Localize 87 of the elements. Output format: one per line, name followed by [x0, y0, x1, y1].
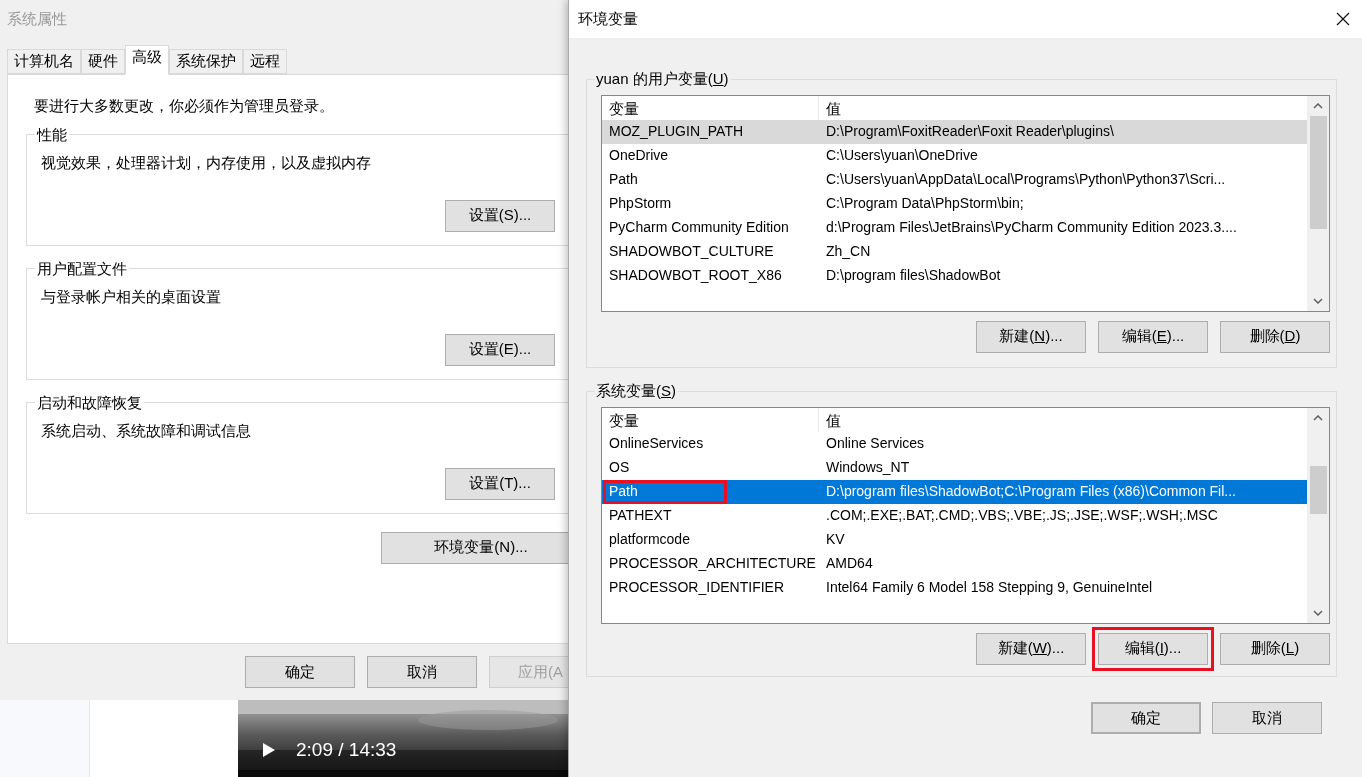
list-row[interactable]: PhpStorm C:\Program Data\PhpStorm\bin; [602, 191, 1308, 216]
column-header[interactable]: 变量 [602, 407, 819, 432]
variable-name: OneDrive [608, 146, 670, 165]
tab[interactable]: 系统保护 [169, 49, 243, 74]
tab[interactable]: 远程 [243, 49, 287, 74]
group-title: yuan 的用户变量(U) [595, 69, 730, 89]
list-action-button[interactable]: 删除(L) [1220, 632, 1330, 665]
variable-value: C:\Users\yuan\OneDrive [825, 146, 978, 165]
variable-name: Path [608, 170, 639, 189]
variable-name: SHADOWBOT_ROOT_X86 [608, 266, 783, 285]
variable-value: AMD64 [825, 554, 873, 573]
list-row[interactable]: PROCESSOR_ARCHITECTURE AMD64 [602, 551, 1308, 576]
tab[interactable]: 计算机名 [7, 49, 81, 74]
scrollbar[interactable] [1307, 95, 1329, 311]
variable-name: Path [603, 479, 727, 504]
variable-value: Intel64 Family 6 Model 158 Stepping 9, GenuineIntel [825, 578, 1153, 597]
group-description: 系统启动、系统故障和调试信息 [41, 421, 252, 441]
scroll-up-icon[interactable] [1313, 102, 1323, 109]
list-row[interactable]: OneDrive C:\Users\yuan\OneDrive [602, 143, 1308, 168]
close-icon[interactable] [1336, 12, 1350, 26]
scroll-thumb[interactable] [1310, 465, 1327, 514]
column-header[interactable]: 值 [819, 407, 1308, 432]
group-description: 视觉效果，处理器计划，内存使用，以及虚拟内存 [41, 153, 372, 173]
tab[interactable]: 硬件 [81, 49, 125, 74]
environment-variables-button[interactable]: 环境变量(N)... [381, 531, 568, 564]
column-header[interactable]: 值 [819, 95, 1308, 120]
variable-value: KV [825, 530, 845, 549]
variable-name: OS [608, 458, 631, 477]
settings-button[interactable]: 设置(T)... [445, 467, 555, 500]
tab[interactable]: 高级 [125, 45, 169, 75]
group-title: 启动和故障恢复 [36, 392, 143, 413]
list-row[interactable]: platformcode KV [602, 527, 1308, 552]
list-row[interactable]: Path C:\Users\yuan\AppData\Local\Programs\Python\Python37\Scri... [602, 167, 1308, 192]
group-title: 用户配置文件 [36, 258, 128, 279]
list-row[interactable]: PyCharm Community Edition d:\Program Files\JetBrains\PyCharm Community Edition 2023.3.... [602, 215, 1308, 240]
list-row[interactable]: Path D:\program files\ShadowBot;C:\Program Files (x86)\Common Fil... [602, 479, 1308, 504]
settings-button[interactable]: 设置(S)... [445, 199, 555, 232]
list-row[interactable]: OnlineServices Online Services [602, 431, 1308, 456]
group-description: 与登录帐户相关的桌面设置 [41, 287, 222, 307]
list-action-button[interactable]: 编辑(E)... [1098, 320, 1208, 353]
variable-name: SHADOWBOT_CULTURE [608, 242, 775, 261]
window-title: 系统属性 [6, 8, 68, 29]
list-action-button[interactable]: 新建(N)... [976, 320, 1086, 353]
dialog-button[interactable]: 取消 [1212, 702, 1322, 734]
scroll-up-icon[interactable] [1313, 414, 1323, 421]
variable-value: Windows_NT [825, 458, 910, 477]
list-action-button[interactable]: 删除(D) [1220, 320, 1330, 353]
list-row[interactable]: PROCESSOR_IDENTIFIER Intel64 Family 6 Model 158 Stepping 9, GenuineIntel [602, 575, 1308, 600]
variable-value: d:\Program Files\JetBrains\PyCharm Community Edition 2023.3.... [825, 218, 1237, 237]
variable-name: OnlineServices [608, 434, 705, 453]
column-header[interactable]: 变量 [602, 95, 819, 120]
list-row[interactable]: SHADOWBOT_CULTURE Zh_CN [602, 239, 1308, 264]
variable-value: .COM;.EXE;.BAT;.CMD;.VBS;.VBE;.JS;.JSE;.WSF;.WSH;.MSC [825, 506, 1218, 525]
variable-name: PROCESSOR_IDENTIFIER [608, 578, 786, 597]
scroll-down-icon[interactable] [1313, 297, 1323, 304]
list-row[interactable]: SHADOWBOT_ROOT_X86 D:\program files\ShadowBot [602, 263, 1308, 288]
dialog-button[interactable]: 取消 [367, 656, 477, 688]
list-action-button[interactable]: 编辑(I)... [1098, 632, 1208, 665]
list-row[interactable]: MOZ_PLUGIN_PATH D:\Program\FoxitReader\Foxit Reader\plugins\ [602, 119, 1308, 144]
list-row[interactable]: OS Windows_NT [602, 455, 1308, 480]
list-row[interactable]: PATHEXT .COM;.EXE;.BAT;.CMD;.VBS;.VBE;.JS;.JSE;.WSF;.WSH;.MSC [602, 503, 1308, 528]
settings-button[interactable]: 设置(E)... [445, 333, 555, 366]
variable-value: D:\program files\ShadowBot;C:\Program Files (x86)\Common Fil... [825, 482, 1236, 501]
group-title: 系统变量(S) [595, 381, 677, 401]
variable-value: D:\Program\FoxitReader\Foxit Reader\plugins\ [825, 122, 1114, 141]
dialog-button[interactable]: 确定 [245, 656, 355, 688]
variable-value: Online Services [825, 434, 925, 453]
scrollbar[interactable] [1307, 407, 1329, 623]
list-action-button[interactable]: 新建(W)... [976, 632, 1086, 665]
admin-notice: 要进行大多数更改，你必须作为管理员登录。 [33, 96, 335, 116]
variable-value: D:\program files\ShadowBot [825, 266, 1001, 285]
scroll-thumb[interactable] [1310, 115, 1327, 229]
variable-name: PROCESSOR_ARCHITECTURE [608, 554, 817, 573]
variable-value: C:\Program Data\PhpStorm\bin; [825, 194, 1024, 213]
group-title: 性能 [35, 124, 68, 145]
variable-name: PyCharm Community Edition [608, 218, 790, 237]
variable-name: PhpStorm [608, 194, 673, 213]
variable-name: PATHEXT [608, 506, 673, 525]
window-title: 环境变量 [578, 8, 638, 29]
variable-value: C:\Users\yuan\AppData\Local\Programs\Python\Python37\Scri... [825, 170, 1226, 189]
variable-name: platformcode [608, 530, 691, 549]
play-icon[interactable] [262, 742, 276, 759]
dialog-button[interactable]: 确定 [1091, 702, 1201, 734]
variable-value: Zh_CN [825, 242, 871, 261]
variable-name: MOZ_PLUGIN_PATH [608, 122, 745, 141]
scroll-down-icon[interactable] [1313, 609, 1323, 616]
video-time: 2:09 / 14:33 [296, 738, 397, 762]
